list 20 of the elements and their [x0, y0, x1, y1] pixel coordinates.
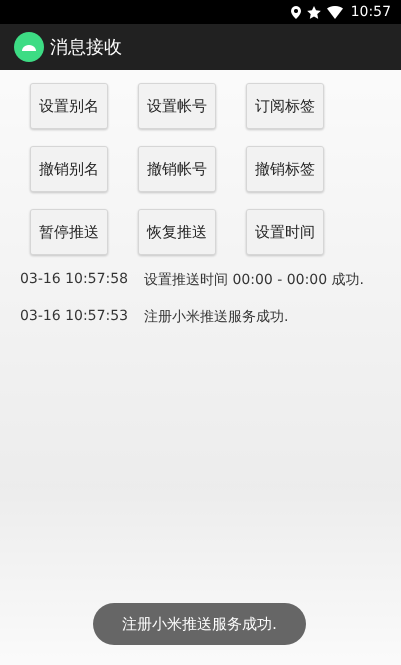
action-button[interactable]: 设置时间 — [246, 209, 324, 255]
action-button[interactable]: 订阅标签 — [246, 83, 324, 129]
toast: 注册小米推送服务成功. — [93, 603, 306, 645]
action-button[interactable]: 暂停推送 — [30, 209, 108, 255]
action-button[interactable]: 恢复推送 — [138, 209, 216, 255]
star-icon — [306, 6, 321, 18]
action-button[interactable]: 设置别名 — [30, 83, 108, 129]
location-icon — [290, 6, 301, 18]
log-time: 03-16 10:57:58 — [20, 271, 128, 289]
app-title: 消息接收 — [50, 36, 122, 59]
action-button[interactable]: 设置帐号 — [138, 83, 216, 129]
android-icon — [14, 32, 44, 62]
wifi-icon — [326, 6, 343, 18]
status-time: 10:57 — [350, 4, 391, 20]
action-button[interactable]: 撤销别名 — [30, 146, 108, 192]
log-time: 03-16 10:57:53 — [20, 308, 128, 326]
log-message: 设置推送时间 00:00 - 00:00 成功. — [144, 271, 364, 289]
action-button[interactable]: 撤销标签 — [246, 146, 324, 192]
log-message: 注册小米推送服务成功. — [144, 308, 288, 326]
action-button[interactable]: 撤销帐号 — [138, 146, 216, 192]
